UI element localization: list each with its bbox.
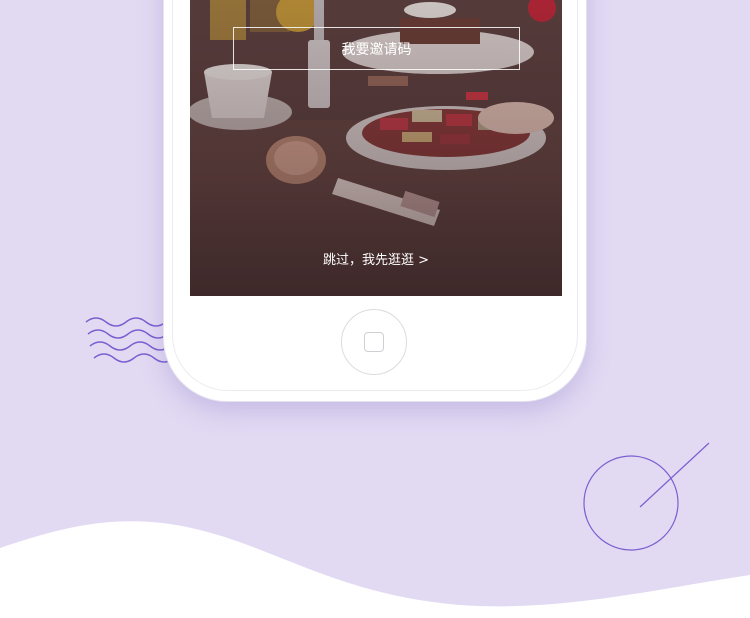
invite-code-button[interactable]: 我要邀请码 (233, 27, 520, 70)
skip-browse-link[interactable]: 跳过，我先逛逛 > (190, 249, 562, 268)
wavy-lines-decoration (85, 317, 174, 363)
invite-code-button-label: 我要邀请码 (341, 41, 412, 58)
home-button-icon (364, 332, 384, 352)
home-button[interactable] (341, 309, 407, 375)
circle-line-decoration (583, 442, 710, 551)
